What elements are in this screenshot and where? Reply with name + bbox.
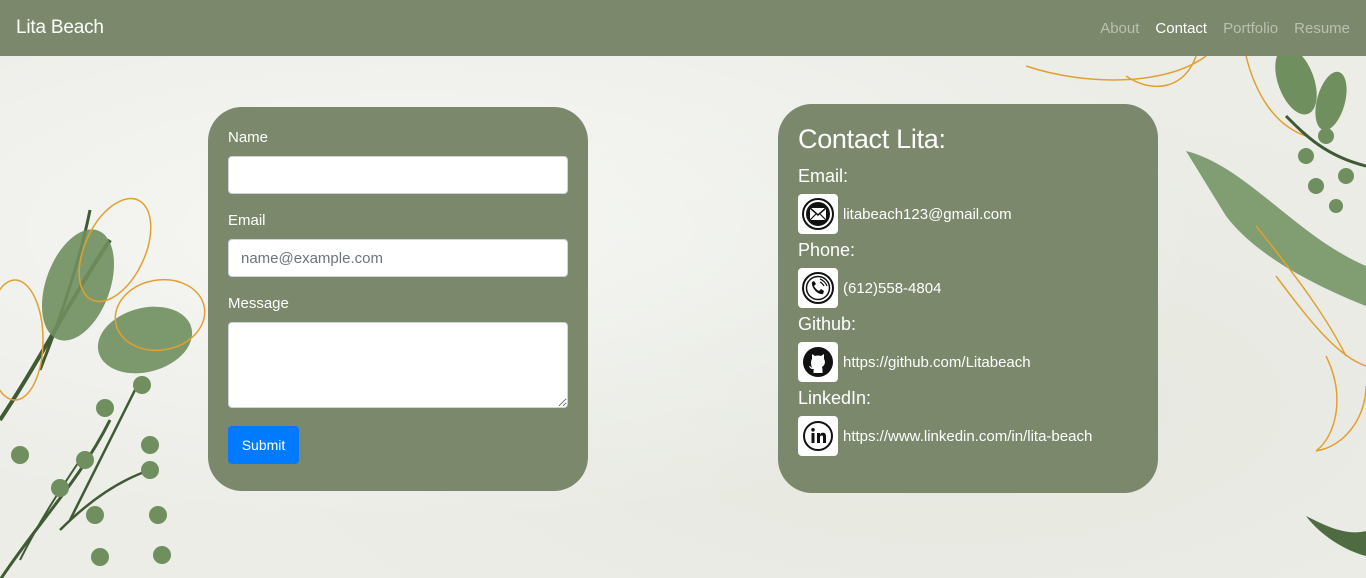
contact-email-section: Email: litabeach123@gmail.com [798,166,1138,234]
email-label: Email [228,212,266,229]
linkedin-icon [798,416,838,456]
github-icon [798,342,838,382]
phone-heading: Phone: [798,240,856,260]
envelope-icon [798,194,838,234]
message-group: Message [228,295,568,408]
email-link[interactable]: litabeach123@gmail.com [843,206,1012,223]
linkedin-link[interactable]: https://www.linkedin.com/in/lita-beach [843,428,1092,445]
name-label: Name [228,129,269,146]
top-navbar: Lita Beach About Contact Portfolio Resum… [0,0,1366,56]
nav-link-about[interactable]: About [1100,20,1139,37]
message-textarea[interactable] [228,322,568,408]
contact-linkedin-section: LinkedIn: https://www.linkedin.com/in/li… [798,388,1138,456]
phone-icon [798,268,838,308]
left-leaves-illustration [0,197,206,578]
email-group: Email [228,212,568,277]
github-link[interactable]: https://github.com/Litabeach [843,354,1031,371]
phone-number: (612)558-4804 [843,279,942,297]
nav-link-portfolio[interactable]: Portfolio [1223,20,1278,37]
contact-github-section: Github: https://github.com/Litabeach [798,314,1138,382]
linkedin-heading: LinkedIn: [798,388,872,408]
botanical-background [0,0,1366,578]
contact-info-card: Contact Lita: Email: litabeach123@gmail.… [778,104,1158,493]
submit-button[interactable]: Submit [228,426,299,464]
email-heading: Email: [798,166,849,186]
name-group: Name [228,129,568,194]
email-input[interactable] [228,239,568,277]
brand-link[interactable]: Lita Beach [16,17,104,39]
contact-title: Contact Lita: [798,124,946,154]
contact-phone-section: Phone: (612)558-4804 [798,240,1138,308]
contact-form: Name Email Message Submit [208,107,588,491]
nav-link-contact[interactable]: Contact [1155,20,1207,37]
message-label: Message [228,295,289,312]
github-heading: Github: [798,314,857,334]
name-input[interactable] [228,156,568,194]
nav-link-resume[interactable]: Resume [1294,20,1350,37]
nav-links: About Contact Portfolio Resume [1100,20,1350,37]
